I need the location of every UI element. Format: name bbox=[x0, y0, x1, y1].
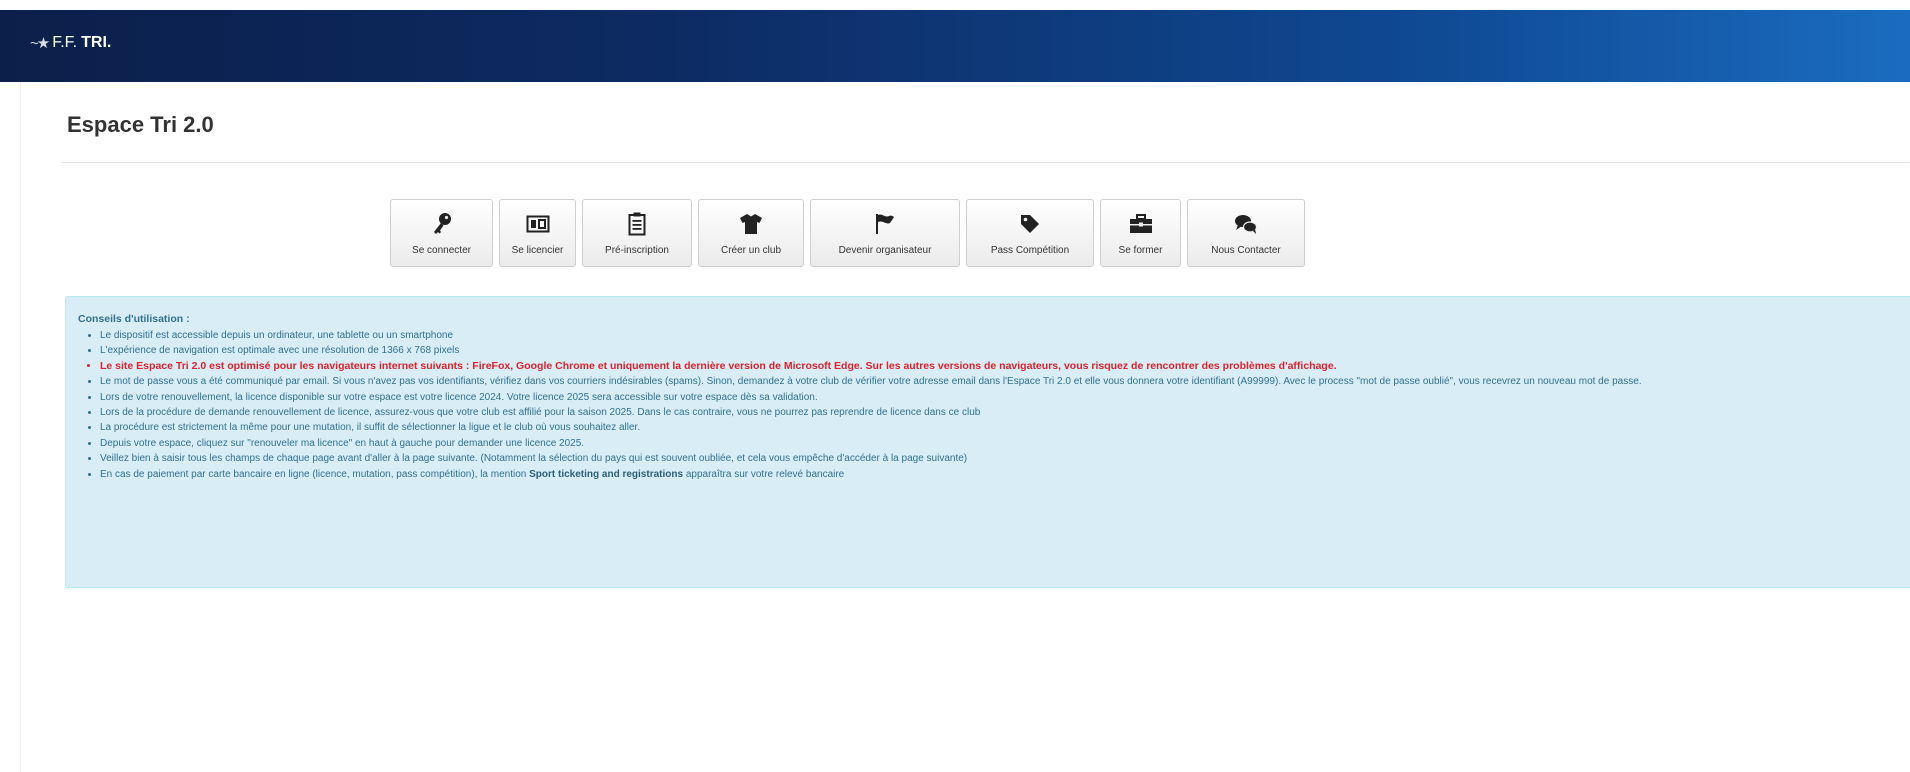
logo-text-ff: F.F. bbox=[52, 34, 78, 51]
pre-registration-label: Pré-inscription bbox=[605, 244, 669, 256]
create-club-button[interactable]: Créer un club bbox=[698, 199, 804, 267]
triathlete-logo-icon: ~★ bbox=[30, 35, 50, 52]
usage-tips-title: Conseils d'utilisation : bbox=[78, 313, 190, 325]
become-organizer-label: Devenir organisateur bbox=[838, 244, 932, 256]
title-divider bbox=[61, 162, 1910, 163]
tip-card-payment-text: En cas de paiement par carte bancaire en… bbox=[100, 468, 530, 480]
usage-tips-list: Le dispositif est accessible depuis un o… bbox=[78, 328, 1900, 482]
clipboard-icon bbox=[628, 211, 646, 237]
key-icon bbox=[431, 211, 453, 237]
tip-card-payment-mention: Sport ticketing and registrations bbox=[529, 468, 684, 480]
tip-fill-fields: Veillez bien à saisir tous les champs de… bbox=[100, 451, 1900, 466]
create-club-label: Créer un club bbox=[720, 244, 782, 256]
usage-tips-panel: Conseils d'utilisation : Le dispositif e… bbox=[65, 296, 1910, 588]
main-content: Espace Tri 2.0 Se connecter Se licencier… bbox=[20, 82, 1910, 772]
tip-resolution: L'expérience de navigation est optimale … bbox=[100, 343, 1900, 358]
get-license-button[interactable]: Se licencier bbox=[499, 199, 576, 267]
tip-device: Le dispositif est accessible depuis un o… bbox=[100, 328, 1900, 343]
tip-browser-warning: Le site Espace Tri 2.0 est optimisé pour… bbox=[100, 359, 1900, 374]
training-button[interactable]: Se former bbox=[1100, 199, 1181, 267]
tip-card-payment-suffix: apparaîtra sur votre relevé bancaire bbox=[683, 468, 845, 480]
tip-card-payment: En cas de paiement par carte bancaire en… bbox=[100, 467, 1900, 482]
briefcase-icon bbox=[1129, 211, 1153, 237]
contact-us-button[interactable]: Nous Contacter bbox=[1187, 199, 1305, 267]
training-label: Se former bbox=[1118, 244, 1163, 256]
pass-competition-button[interactable]: Pass Compétition bbox=[966, 199, 1094, 267]
id-card-icon bbox=[526, 211, 550, 237]
become-organizer-button[interactable]: Devenir organisateur bbox=[810, 199, 960, 267]
tip-renew-link: Depuis votre espace, cliquez sur "renouv… bbox=[100, 436, 1900, 451]
tip-password: Le mot de passe vous a été communiqué pa… bbox=[100, 374, 1900, 389]
get-license-label: Se licencier bbox=[511, 244, 564, 256]
page-title: Espace Tri 2.0 bbox=[67, 112, 214, 137]
tip-renewal-license: Lors de votre renouvellement, la licence… bbox=[100, 390, 1900, 405]
fftri-logo[interactable]: ~★ F.F. TRI. bbox=[30, 34, 111, 52]
login-button[interactable]: Se connecter bbox=[390, 199, 493, 267]
top-header-bar: ~★ F.F. TRI. bbox=[0, 10, 1910, 82]
tag-icon bbox=[1019, 211, 1041, 237]
tip-mutation: La procédure est strictement la même pou… bbox=[100, 420, 1900, 435]
chat-icon bbox=[1233, 211, 1259, 237]
contact-us-label: Nous Contacter bbox=[1211, 244, 1281, 256]
menu-button-row: Se connecter Se licencier Pré-inscriptio… bbox=[390, 199, 1305, 267]
logo-text-tri: TRI. bbox=[81, 34, 112, 51]
flag-icon bbox=[874, 211, 896, 237]
pass-competition-label: Pass Compétition bbox=[990, 244, 1070, 256]
login-label: Se connecter bbox=[412, 244, 471, 256]
tip-club-affiliation: Lors de la procédure de demande renouvel… bbox=[100, 405, 1900, 420]
pre-registration-button[interactable]: Pré-inscription bbox=[582, 199, 692, 267]
tshirt-icon bbox=[739, 211, 763, 237]
